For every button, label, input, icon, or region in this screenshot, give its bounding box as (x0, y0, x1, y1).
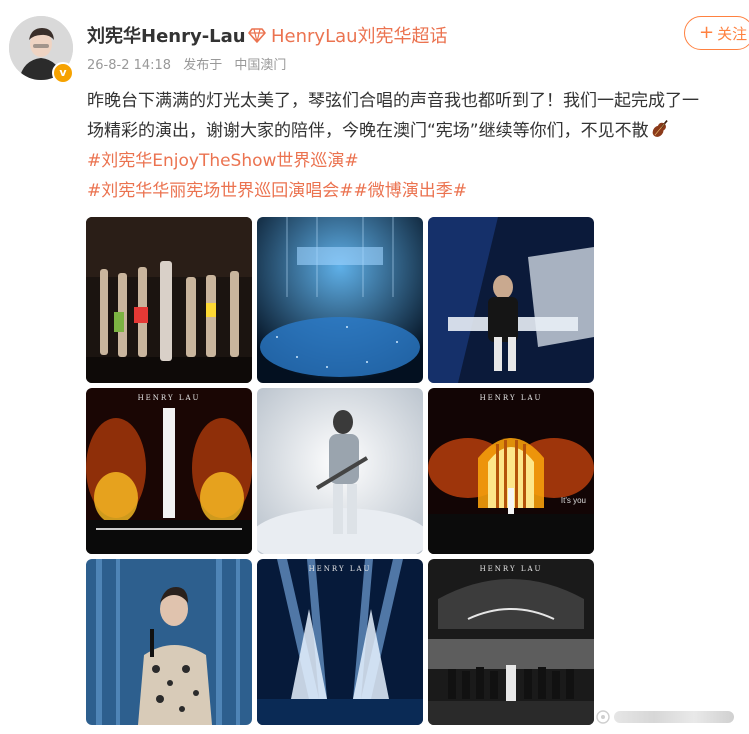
post-text-line: 场精彩的演出，谢谢大家的陪伴，今晚在澳门“宪场”继续等你们，不见不散 (87, 121, 649, 141)
username[interactable]: 刘宪华Henry-Lau (87, 22, 246, 48)
hashtag-link[interactable]: #刘宪华EnjoyTheShow世界巡演# (87, 146, 749, 176)
photo-brand-text: HENRY LAU (479, 394, 543, 402)
photo-piano-image (428, 217, 594, 383)
super-topic-label: HenryLau刘宪华超话 (271, 26, 448, 47)
photo-portrait-image (86, 559, 252, 725)
watermark (596, 710, 734, 724)
photo-brand-text: HENRY LAU (308, 565, 372, 573)
verified-badge-icon: v (52, 62, 74, 84)
photo-thumbnail-4[interactable]: HENRY LAU (86, 388, 252, 554)
super-topic-link[interactable]: HenryLau刘宪华超话 (248, 22, 448, 48)
follow-button[interactable]: + 关注 (684, 16, 749, 50)
post-meta: 26-8-2 14:18 发布于 中国澳门 (87, 54, 294, 73)
follow-label: 关注 (717, 24, 748, 43)
photo-thumbnail-3[interactable] (428, 217, 594, 383)
photo-grid: HENRY LAU HENRY LAU It's you HENRY LAU H… (86, 217, 594, 725)
photo-thumbnail-9[interactable]: HENRY LAU (428, 559, 594, 725)
photo-spotlights-image (257, 559, 423, 725)
photo-guitarist-image (257, 388, 423, 554)
post-location: 中国澳门 (234, 58, 287, 73)
photo-arch-image (428, 388, 594, 554)
photo-thumbnail-5[interactable] (257, 388, 423, 554)
photo-thumbnail-2[interactable] (257, 217, 423, 383)
post-text-line: 昨晚台下满满的灯光太美了，琴弦们合唱的声音我也都听到了！我们一起完成了一 (87, 91, 699, 111)
photo-brand-text: HENRY LAU (137, 394, 201, 402)
post-date[interactable]: 26-8-2 14:18 (87, 58, 171, 73)
diamond-icon (248, 28, 266, 43)
photo-group-image (428, 559, 594, 725)
hashtag-link-2[interactable]: #刘宪华华丽宪场世界巡回演唱会##微博演出季# (87, 176, 749, 206)
photo-arena-image (257, 217, 423, 383)
photo-thumbnail-7[interactable] (86, 559, 252, 725)
photo-fireworks-image (86, 388, 252, 554)
photo-thumbnail-6[interactable]: HENRY LAU It's you (428, 388, 594, 554)
post-source: 发布于 (183, 58, 223, 73)
photo-thumbnail-8[interactable]: HENRY LAU (257, 559, 423, 725)
post-text-line-2: 场精彩的演出，谢谢大家的陪伴，今晚在澳门“宪场”继续等你们，不见不散 (87, 116, 749, 146)
photo-thumbnail-1[interactable] (86, 217, 252, 383)
photo-dancers-image (86, 217, 252, 383)
watermark-blur (614, 711, 734, 723)
weibo-watermark-icon (596, 710, 610, 724)
photo-caption: It's you (560, 496, 586, 505)
violin-emoji-icon (652, 120, 668, 137)
photo-brand-text: HENRY LAU (479, 565, 543, 573)
plus-icon: + (699, 22, 715, 43)
post-body: 昨晚台下满满的灯光太美了，琴弦们合唱的声音我也都听到了！我们一起完成了一 场精彩… (87, 86, 749, 206)
